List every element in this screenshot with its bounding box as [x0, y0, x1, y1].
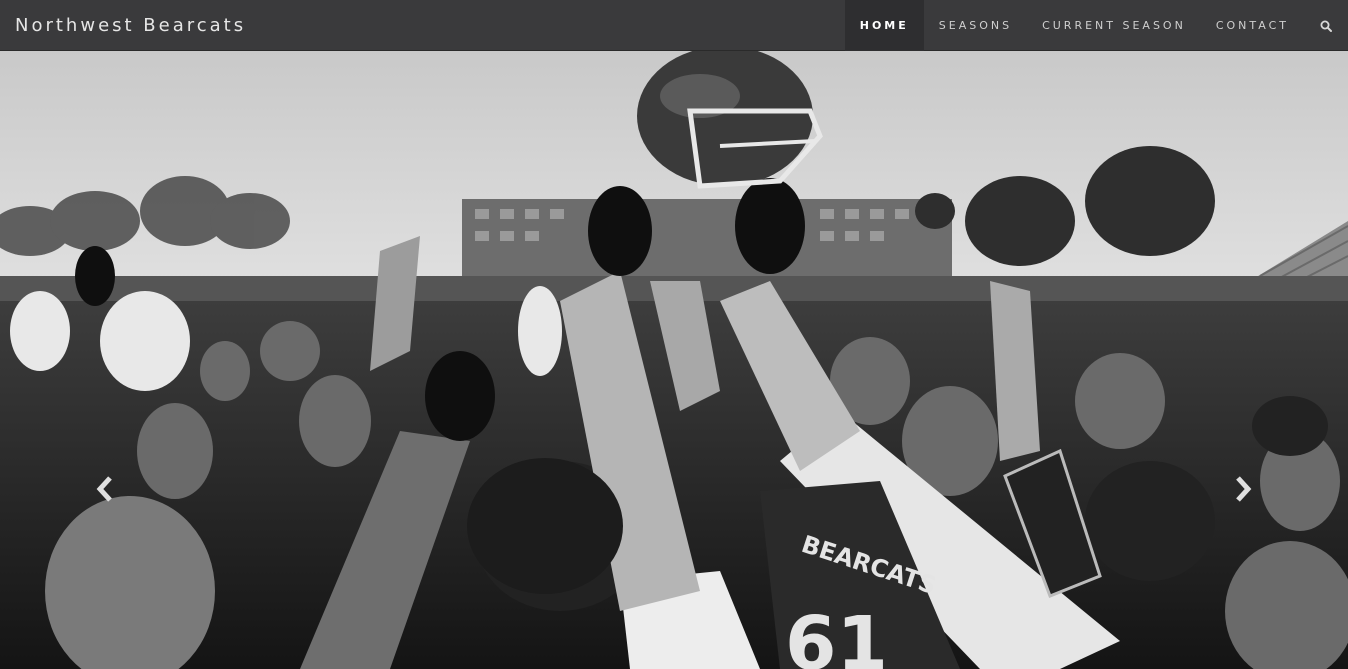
chevron-right-icon: [1236, 476, 1252, 502]
nav-item-home[interactable]: HOME: [844, 0, 924, 51]
main-nav: HOME SEASONS CURRENT SEASON CONTACT: [844, 0, 1348, 51]
nav-item-seasons[interactable]: SEASONS: [924, 0, 1027, 51]
nav-item-contact[interactable]: CONTACT: [1201, 0, 1304, 51]
site-brand[interactable]: Northwest Bearcats: [15, 0, 246, 51]
search-icon: [1320, 20, 1332, 32]
navbar: Northwest Bearcats HOME SEASONS CURRENT …: [0, 0, 1348, 51]
jersey-number: 61: [785, 601, 888, 669]
search-button[interactable]: [1304, 0, 1348, 51]
carousel-prev-button[interactable]: [90, 469, 120, 509]
nav-item-current-season[interactable]: CURRENT SEASON: [1027, 0, 1201, 51]
hero-carousel: BEARCATS 61: [0, 51, 1348, 669]
hero-image: BEARCATS 61: [0, 51, 1348, 669]
chevron-left-icon: [96, 476, 112, 502]
carousel-next-button[interactable]: [1228, 469, 1258, 509]
